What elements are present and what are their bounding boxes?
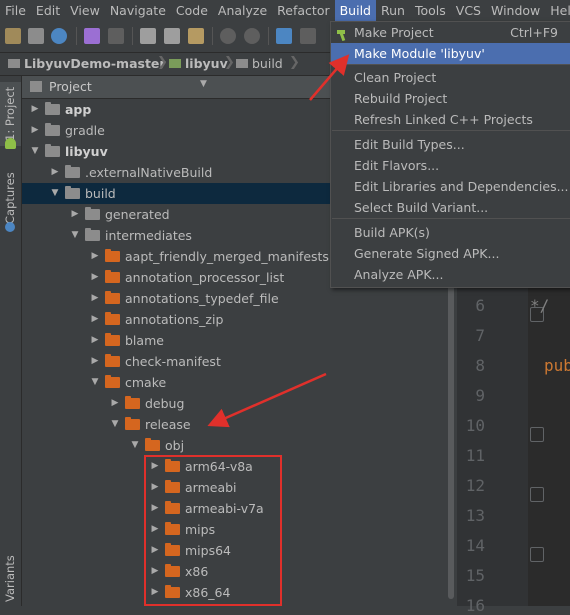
annotation-arrow-to-menu: [309, 54, 350, 101]
annotation-arrow-to-release: [207, 372, 327, 428]
annotation-arrows: [207, 54, 350, 428]
